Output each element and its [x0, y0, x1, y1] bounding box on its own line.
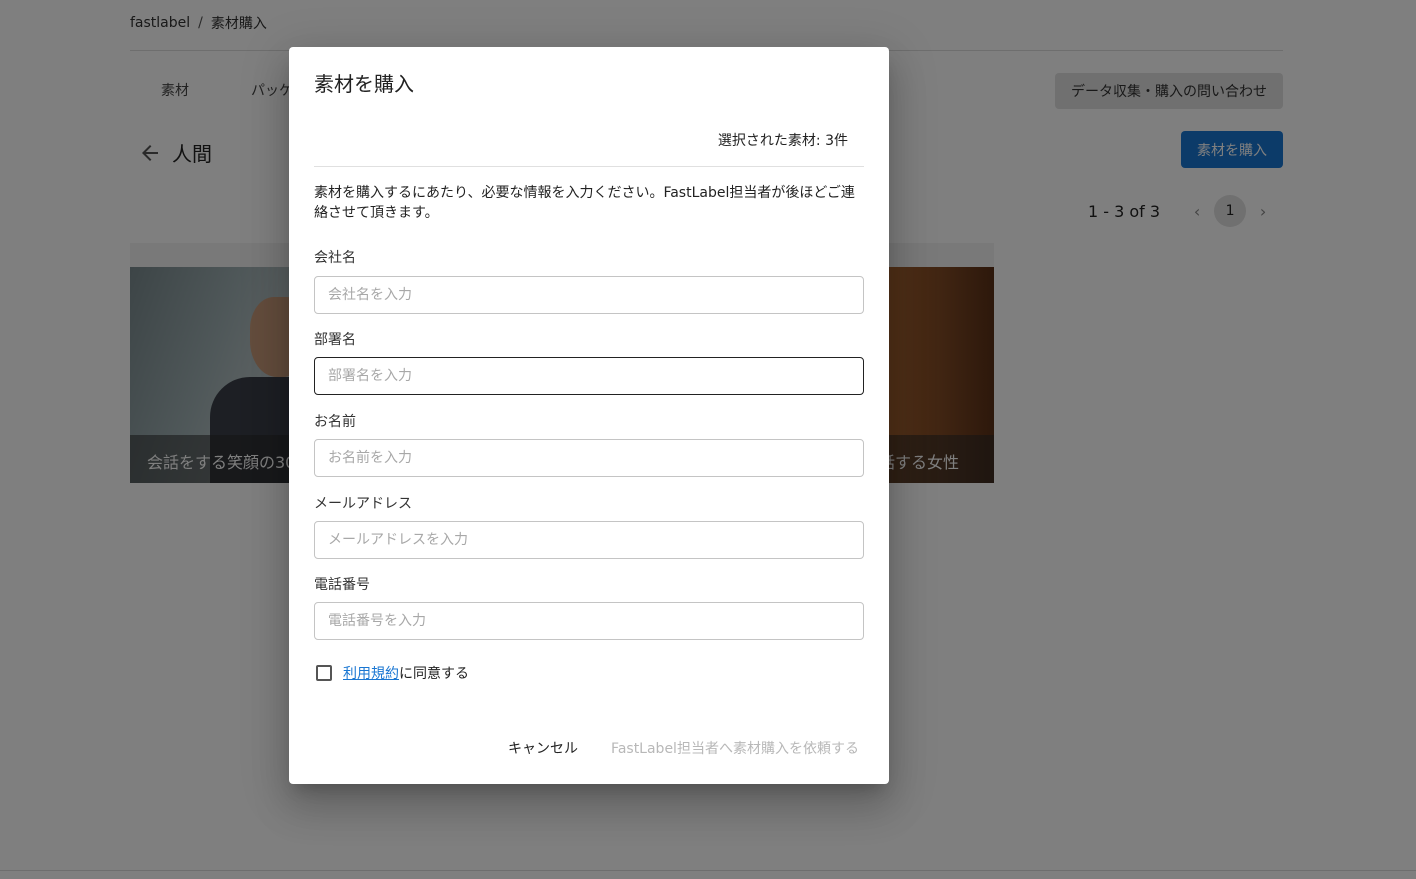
department-label: 部署名 — [314, 332, 356, 348]
dialog-description: 素材を購入するにあたり、必要な情報を入力ください。FastLabel担当者が後ほ… — [314, 185, 855, 221]
terms-checkbox[interactable] — [316, 665, 332, 681]
dialog-divider — [314, 166, 864, 167]
request-purchase-button[interactable]: FastLabel担当者へ素材購入を依頼する — [605, 735, 865, 761]
dialog-title: 素材を購入 — [314, 72, 414, 96]
phone-input[interactable] — [314, 602, 864, 640]
purchase-dialog: 素材を購入 選択された素材: 3件 素材を購入するにあたり、必要な情報を入力くだ… — [289, 47, 889, 784]
name-label: お名前 — [314, 414, 356, 430]
terms-link[interactable]: 利用規約 — [343, 663, 399, 683]
company-input[interactable] — [314, 276, 864, 314]
company-label: 会社名 — [314, 250, 356, 266]
cancel-button[interactable]: キャンセル — [499, 735, 587, 761]
terms-agreement: 利用規約 に同意する — [314, 663, 469, 683]
selected-count: 選択された素材: 3件 — [717, 133, 848, 149]
department-input[interactable] — [314, 357, 864, 395]
terms-suffix: に同意する — [399, 666, 469, 682]
email-label: メールアドレス — [314, 496, 412, 512]
phone-label: 電話番号 — [314, 577, 370, 593]
name-input[interactable] — [314, 439, 864, 477]
email-input[interactable] — [314, 521, 864, 559]
